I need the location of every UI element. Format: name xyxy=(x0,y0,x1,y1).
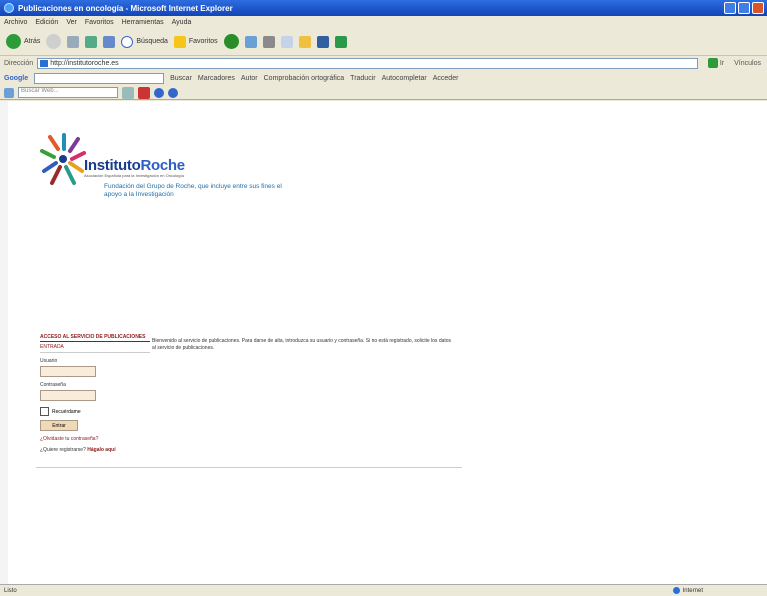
tool-icon[interactable] xyxy=(334,35,347,48)
menu-view[interactable]: Ver xyxy=(66,19,77,26)
user-label: Usuario xyxy=(40,358,58,364)
password-field[interactable] xyxy=(40,390,96,401)
star-icon xyxy=(173,35,186,48)
menu-file[interactable]: Archivo xyxy=(4,19,27,26)
google-logo: Google xyxy=(4,74,29,82)
user-field[interactable] xyxy=(40,366,96,377)
status-text: Listo xyxy=(4,587,17,594)
remember-row: Recuérdame xyxy=(40,407,150,416)
title-bar: Publicaciones en oncología - Microsoft I… xyxy=(0,0,767,16)
register-link[interactable]: Hágalo aquí xyxy=(87,447,115,453)
google-item-signin[interactable]: Acceder xyxy=(433,75,459,82)
browser-window: Publicaciones en oncología - Microsoft I… xyxy=(0,0,767,596)
secondary-search-bar: Buscar Web... xyxy=(0,86,767,100)
web-search-input[interactable]: Buscar Web... xyxy=(18,87,118,98)
menu-help[interactable]: Ayuda xyxy=(172,19,192,26)
close-button[interactable] xyxy=(752,2,764,14)
search-button[interactable]: Búsqueda xyxy=(121,35,168,48)
google-search-button[interactable]: Buscar xyxy=(170,75,192,82)
go-button[interactable]: Ir xyxy=(707,58,724,68)
google-item-translate[interactable]: Traducir xyxy=(350,75,375,82)
brand-tagline: Fundación del Grupo de Roche, que incluy… xyxy=(104,183,282,198)
password-label: Contraseña xyxy=(40,382,66,388)
forgot-password-link[interactable]: ¿Olvidaste tu contraseña? xyxy=(40,436,150,442)
blue-circle-icon-2[interactable] xyxy=(168,87,178,98)
refresh-icon[interactable] xyxy=(85,35,98,48)
google-item-bookmarks[interactable]: Marcadores xyxy=(198,75,235,82)
history-icon[interactable] xyxy=(223,34,239,49)
remember-checkbox[interactable] xyxy=(40,407,49,416)
maximize-button[interactable] xyxy=(738,2,750,14)
menu-favorites[interactable]: Favoritos xyxy=(85,19,114,26)
page-icon xyxy=(40,59,49,67)
login-form: ACCESO AL SERVICIO DE PUBLICACIONES ENTR… xyxy=(40,334,150,453)
divider xyxy=(36,467,462,468)
brand-subtitle: Asociación Española para la Investigació… xyxy=(84,173,184,178)
menu-edit[interactable]: Edición xyxy=(35,19,58,26)
back-button[interactable]: Atrás xyxy=(6,34,40,49)
messenger-icon[interactable] xyxy=(316,35,329,48)
register-row: ¿Quiere registrarse? Hágalo aquí xyxy=(40,447,116,453)
address-input[interactable]: http://institutoroche.es xyxy=(37,57,698,69)
left-margin xyxy=(0,101,8,584)
status-bar: Listo Internet xyxy=(0,584,767,596)
favorites-button[interactable]: Favoritos xyxy=(173,35,218,48)
ie-icon xyxy=(4,3,14,13)
security-zone: Internet xyxy=(672,587,703,594)
brand-name: InstitutoRoche xyxy=(84,157,185,174)
page-content: InstitutoRoche Asociación Española para … xyxy=(0,101,767,584)
address-bar: Dirección http://institutoroche.es Ir Ví… xyxy=(0,56,767,70)
stop-icon[interactable] xyxy=(67,35,80,48)
mail-icon[interactable] xyxy=(244,35,257,48)
forward-button[interactable] xyxy=(46,34,62,49)
google-search-input[interactable] xyxy=(34,72,165,84)
print-icon[interactable] xyxy=(262,35,275,48)
submit-button[interactable]: Entrar xyxy=(40,420,78,431)
go-arrow-icon xyxy=(707,58,718,68)
address-label: Dirección xyxy=(4,59,34,67)
home-icon[interactable] xyxy=(103,35,116,48)
google-item-spellcheck[interactable]: Comprobación ortográfica xyxy=(264,75,345,82)
minimize-button[interactable] xyxy=(724,2,736,14)
edit-icon[interactable] xyxy=(280,35,293,48)
links-label[interactable]: Vínculos xyxy=(734,60,761,67)
heart-icon[interactable] xyxy=(138,86,150,99)
standard-toolbar: Atrás Búsqueda Favoritos xyxy=(0,28,767,56)
folder-icon[interactable] xyxy=(298,35,311,48)
instituto-roche-logo: InstitutoRoche Asociación Española para … xyxy=(38,131,298,211)
welcome-text: Bienvenido al servicio de publicaciones.… xyxy=(152,338,452,351)
back-arrow-icon xyxy=(6,34,21,49)
blue-circle-icon[interactable] xyxy=(154,87,164,98)
search-icon xyxy=(121,35,134,48)
window-title: Publicaciones en oncología - Microsoft I… xyxy=(18,3,233,13)
logo-mark-icon xyxy=(40,133,86,185)
globe-icon xyxy=(672,587,680,594)
menu-tools[interactable]: Herramientas xyxy=(122,19,164,26)
login-title: ACCESO AL SERVICIO DE PUBLICACIONES xyxy=(40,334,150,342)
google-item-autofill[interactable]: Autocompletar xyxy=(382,75,427,82)
google-toolbar: Google Buscar Marcadores Autor Comprobac… xyxy=(0,71,767,85)
google-item-author[interactable]: Autor xyxy=(241,75,258,82)
login-subtitle: ENTRADA xyxy=(40,344,150,353)
toolbar-icon[interactable] xyxy=(122,86,134,99)
remember-label: Recuérdame xyxy=(52,408,81,415)
search-provider-icon xyxy=(4,87,14,98)
menu-bar: Archivo Edición Ver Favoritos Herramient… xyxy=(0,16,767,28)
